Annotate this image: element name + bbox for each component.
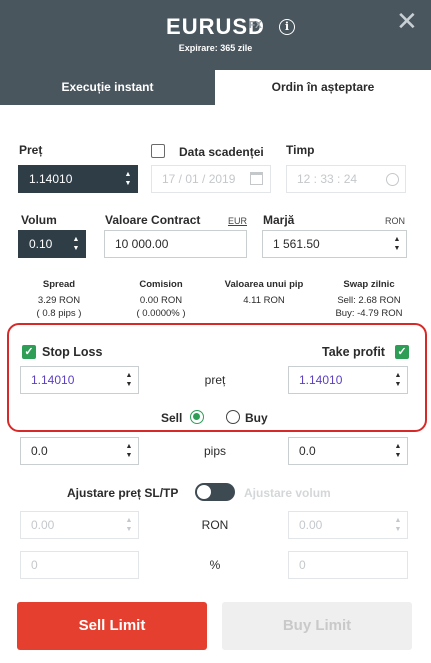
adjust-toggle[interactable] bbox=[195, 483, 235, 501]
take-profit-pips-value: 0.0 bbox=[299, 444, 316, 458]
stop-loss-pips-input[interactable]: 0.0 ▲ ▼ bbox=[20, 437, 139, 465]
spread-stat: Spread 3.29 RON ( 0.8 pips ) bbox=[36, 279, 82, 319]
price-value: 1.14010 bbox=[29, 172, 73, 186]
toggle-knob bbox=[197, 485, 211, 499]
stop-loss-price-input[interactable]: 1.14010 ▲ ▼ bbox=[20, 366, 139, 394]
buy-radio[interactable] bbox=[226, 410, 240, 424]
due-date-value: 17 / 01 / 2019 bbox=[162, 172, 236, 186]
margin-value: 1 561.50 bbox=[273, 237, 320, 251]
buy-radio-label: Buy bbox=[245, 411, 268, 425]
clock-icon bbox=[386, 173, 399, 186]
sell-radio-label: Sell bbox=[161, 411, 183, 425]
asset-class-badge: FX bbox=[249, 20, 262, 31]
stop-loss-ron-input[interactable]: 0.00 ▲ ▼ bbox=[20, 511, 139, 539]
take-profit-pips-input[interactable]: 0.0 ▲ ▼ bbox=[288, 437, 408, 465]
margin-label: Marjă bbox=[263, 213, 295, 227]
take-profit-price-value: 1.14010 bbox=[299, 373, 343, 387]
adjust-price-label: Ajustare preț SL/TP bbox=[67, 486, 179, 500]
symbol-title: EURUSD bbox=[166, 14, 265, 39]
contract-value: 10 000.00 bbox=[115, 237, 169, 251]
margin-input[interactable]: 1 561.50 ▲ ▼ bbox=[262, 230, 407, 258]
due-date-checkbox[interactable] bbox=[151, 144, 165, 158]
stop-loss-checkbox[interactable]: ✓ bbox=[22, 345, 36, 359]
take-profit-price-stepper[interactable]: ▲ ▼ bbox=[394, 371, 402, 389]
price-stepper[interactable]: ▲ ▼ bbox=[124, 170, 132, 188]
info-icon[interactable]: i bbox=[279, 19, 295, 35]
due-date-input[interactable]: 17 / 01 / 2019 bbox=[151, 165, 271, 193]
take-profit-price-input[interactable]: 1.14010 ▲ ▼ bbox=[288, 366, 408, 394]
sell-limit-button[interactable]: Sell Limit bbox=[17, 602, 207, 650]
swap-stat: Swap zilnic Sell: 2.68 RON Buy: -4.79 RO… bbox=[335, 279, 403, 319]
price-input[interactable]: 1.14010 ▲ ▼ bbox=[18, 165, 138, 193]
take-profit-label: Take profit bbox=[322, 345, 385, 359]
percent-row-label: % bbox=[209, 558, 221, 572]
stop-loss-pips-value: 0.0 bbox=[31, 444, 48, 458]
take-profit-checkbox[interactable]: ✓ bbox=[395, 345, 409, 359]
take-profit-ron-stepper[interactable]: ▲ ▼ bbox=[394, 516, 402, 534]
take-profit-percent-input[interactable]: 0 bbox=[288, 551, 408, 579]
time-value: 12 : 33 : 24 bbox=[297, 172, 358, 186]
volume-input[interactable]: 0.10 ▲ ▼ bbox=[18, 230, 86, 258]
stop-loss-ron-value: 0.00 bbox=[31, 518, 55, 532]
expiry-label: Expirare: 365 zile bbox=[178, 43, 253, 53]
stop-loss-pips-stepper[interactable]: ▲ ▼ bbox=[125, 442, 133, 460]
calendar-icon bbox=[250, 172, 263, 185]
stop-loss-label: Stop Loss bbox=[42, 345, 103, 359]
time-label: Timp bbox=[286, 143, 315, 157]
tab-pending-order[interactable]: Ordin în așteptare bbox=[215, 70, 431, 105]
time-input[interactable]: 12 : 33 : 24 bbox=[286, 165, 406, 193]
commission-stat: Comision 0.00 RON ( 0.0000% ) bbox=[136, 279, 186, 319]
volume-label: Volum bbox=[21, 213, 57, 227]
volume-value: 0.10 bbox=[29, 237, 53, 251]
margin-stepper[interactable]: ▲ ▼ bbox=[393, 235, 401, 253]
close-icon[interactable]: ✕ bbox=[396, 8, 418, 34]
stop-loss-ron-stepper[interactable]: ▲ ▼ bbox=[125, 516, 133, 534]
pip-value-stat: Valoarea unui pip 4.11 RON bbox=[224, 279, 304, 306]
take-profit-ron-input[interactable]: 0.00 ▲ ▼ bbox=[288, 511, 408, 539]
stop-loss-price-value: 1.14010 bbox=[31, 373, 75, 387]
pips-row-label: pips bbox=[203, 444, 226, 458]
sell-radio[interactable] bbox=[190, 410, 204, 424]
buy-limit-button[interactable]: Buy Limit bbox=[222, 602, 412, 650]
take-profit-ron-value: 0.00 bbox=[299, 518, 323, 532]
margin-currency: RON bbox=[385, 216, 405, 226]
ron-row-label: RON bbox=[201, 518, 229, 532]
adjust-volume-label: Ajustare volum bbox=[244, 486, 331, 500]
header: EURUSD FX i ✕ Expirare: 365 zile bbox=[0, 0, 431, 70]
due-date-label: Data scadenței bbox=[179, 145, 264, 159]
price-label: Preț bbox=[19, 143, 43, 157]
contract-currency-link[interactable]: EUR bbox=[228, 216, 247, 226]
contract-value-label: Valoare Contract bbox=[105, 213, 201, 227]
tab-instant-execution[interactable]: Execuție instant bbox=[0, 70, 215, 105]
stop-loss-percent-input[interactable]: 0 bbox=[20, 551, 139, 579]
stop-loss-price-stepper[interactable]: ▲ ▼ bbox=[125, 371, 133, 389]
volume-stepper[interactable]: ▲ ▼ bbox=[72, 235, 80, 253]
price-row-label: preț bbox=[204, 373, 226, 387]
take-profit-percent-value: 0 bbox=[299, 558, 306, 572]
stop-loss-percent-value: 0 bbox=[31, 558, 38, 572]
order-type-tabs: Execuție instant Ordin în așteptare bbox=[0, 70, 431, 105]
contract-value-input[interactable]: 10 000.00 bbox=[104, 230, 247, 258]
take-profit-pips-stepper[interactable]: ▲ ▼ bbox=[394, 442, 402, 460]
